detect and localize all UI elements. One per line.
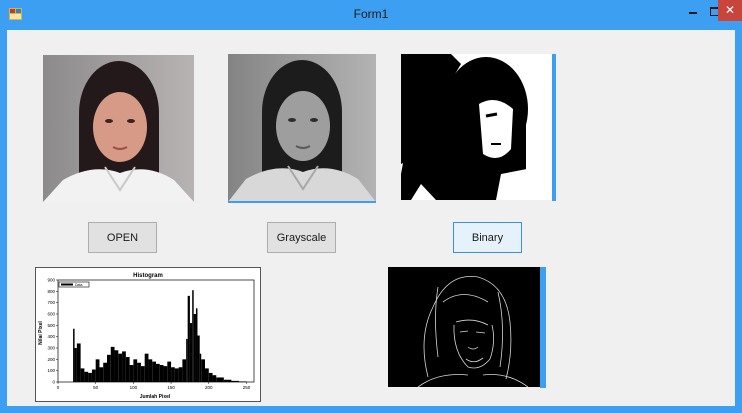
- histogram-bar: [140, 366, 145, 382]
- grayscale-button[interactable]: Grayscale: [267, 222, 336, 253]
- histogram-bar: [152, 361, 156, 382]
- histogram-title: Histogram: [133, 273, 163, 279]
- histogram-bar: [73, 328, 75, 382]
- original-picturebox: [43, 55, 194, 202]
- histogram-bar: [238, 381, 247, 382]
- histogram-bar: [212, 375, 217, 382]
- histogram-bar: [216, 377, 224, 382]
- histogram-bar: [186, 338, 188, 382]
- histogram-bar: [171, 367, 175, 382]
- histogram-bar: [95, 359, 100, 382]
- histogram-bar: [174, 368, 179, 382]
- histogram-bar: [189, 323, 193, 382]
- histogram-bar: [163, 366, 168, 382]
- histogram-legend-label: Data: [75, 283, 82, 287]
- histogram-bar: [178, 367, 183, 382]
- histogram-bar: [114, 350, 119, 382]
- histogram-bar: [182, 359, 187, 382]
- histogram-x-tick-label: 100: [130, 385, 138, 390]
- histogram-bar: [110, 346, 115, 382]
- window-title: Form1: [353, 7, 389, 21]
- histogram-x-tick-label: 250: [243, 385, 251, 390]
- histogram-x-tick-label: 0: [57, 385, 60, 390]
- histogram-bar: [192, 290, 194, 382]
- histogram-bar: [231, 380, 239, 382]
- edges-photo: [388, 267, 540, 387]
- histogram-bar: [197, 335, 200, 382]
- histogram-bar: [125, 357, 130, 382]
- histogram-bar: [80, 368, 85, 382]
- histogram-bar: [103, 362, 107, 382]
- histogram-bar: [74, 348, 77, 382]
- histogram-bar: [133, 359, 138, 382]
- edges-selection-strip: [540, 267, 546, 388]
- grayscale-picturebox: [228, 54, 376, 202]
- histogram-x-tick-label: 150: [167, 385, 175, 390]
- histogram-y-tick-label: 800: [47, 289, 55, 294]
- histogram-bar: [118, 353, 123, 382]
- edges-picturebox: [388, 267, 540, 387]
- histogram-bar: [91, 369, 96, 382]
- histogram-bar: [122, 351, 126, 382]
- histogram-x-tick-label: 200: [205, 385, 213, 390]
- histogram-bar: [199, 353, 202, 382]
- histogram-bar: [148, 359, 153, 382]
- binary-photo: [401, 54, 553, 200]
- histogram-y-tick-label: 200: [47, 357, 55, 362]
- histogram-bar: [156, 363, 160, 382]
- binary-selection-strip: [552, 54, 556, 201]
- histogram-y-tick-label: 100: [47, 368, 55, 373]
- histogram-chart: Histogram Jumlah Pixel Nilai Pixel 0 50 10…: [35, 267, 261, 402]
- title-bar[interactable]: Form1: [0, 0, 742, 30]
- histogram-ylabel: Nilai Pixel: [38, 321, 44, 345]
- histogram-bar: [129, 365, 134, 382]
- close-icon[interactable]: [718, 0, 742, 21]
- histogram-bar: [187, 295, 190, 382]
- grayscale-selection-strip: [228, 201, 376, 203]
- histogram-y-tick-label: 500: [47, 323, 55, 328]
- histogram-bar: [208, 372, 213, 382]
- histogram-y-tick-label: 300: [47, 346, 55, 351]
- histogram-bar: [195, 308, 198, 382]
- histogram-bar: [84, 371, 89, 382]
- histogram-bar: [193, 314, 196, 382]
- histogram-y-tick-label: 0: [52, 380, 55, 385]
- histogram-y-tick-label: 700: [47, 300, 55, 305]
- histogram-y-tick-label: 900: [47, 278, 55, 283]
- histogram-bar: [88, 372, 92, 382]
- histogram-bar: [137, 362, 141, 382]
- histogram-xlabel: Jumlah Pixel: [140, 394, 171, 400]
- histogram-bar: [201, 359, 205, 382]
- histogram-bar: [107, 354, 111, 382]
- histogram-bar: [144, 353, 149, 382]
- binary-picturebox: [401, 54, 553, 200]
- histogram-legend: Data: [58, 281, 90, 288]
- histogram-svg: Histogram Jumlah Pixel Nilai Pixel 0 50 10…: [38, 273, 255, 400]
- histogram-x-tick-label: 50: [93, 385, 99, 390]
- histogram-y-tick-label: 600: [47, 312, 55, 317]
- histogram-y-tick-label: 400: [47, 334, 55, 339]
- histogram-bar: [205, 368, 209, 382]
- histogram-bar: [76, 343, 81, 382]
- open-button[interactable]: OPEN: [88, 222, 157, 253]
- original-photo: [43, 55, 194, 202]
- histogram-bar: [99, 367, 104, 382]
- histogram-bar: [159, 365, 164, 382]
- binary-button[interactable]: Binary: [453, 222, 522, 253]
- histogram-bar: [167, 361, 172, 382]
- histogram-bar: [223, 379, 232, 382]
- grayscale-photo: [228, 54, 376, 202]
